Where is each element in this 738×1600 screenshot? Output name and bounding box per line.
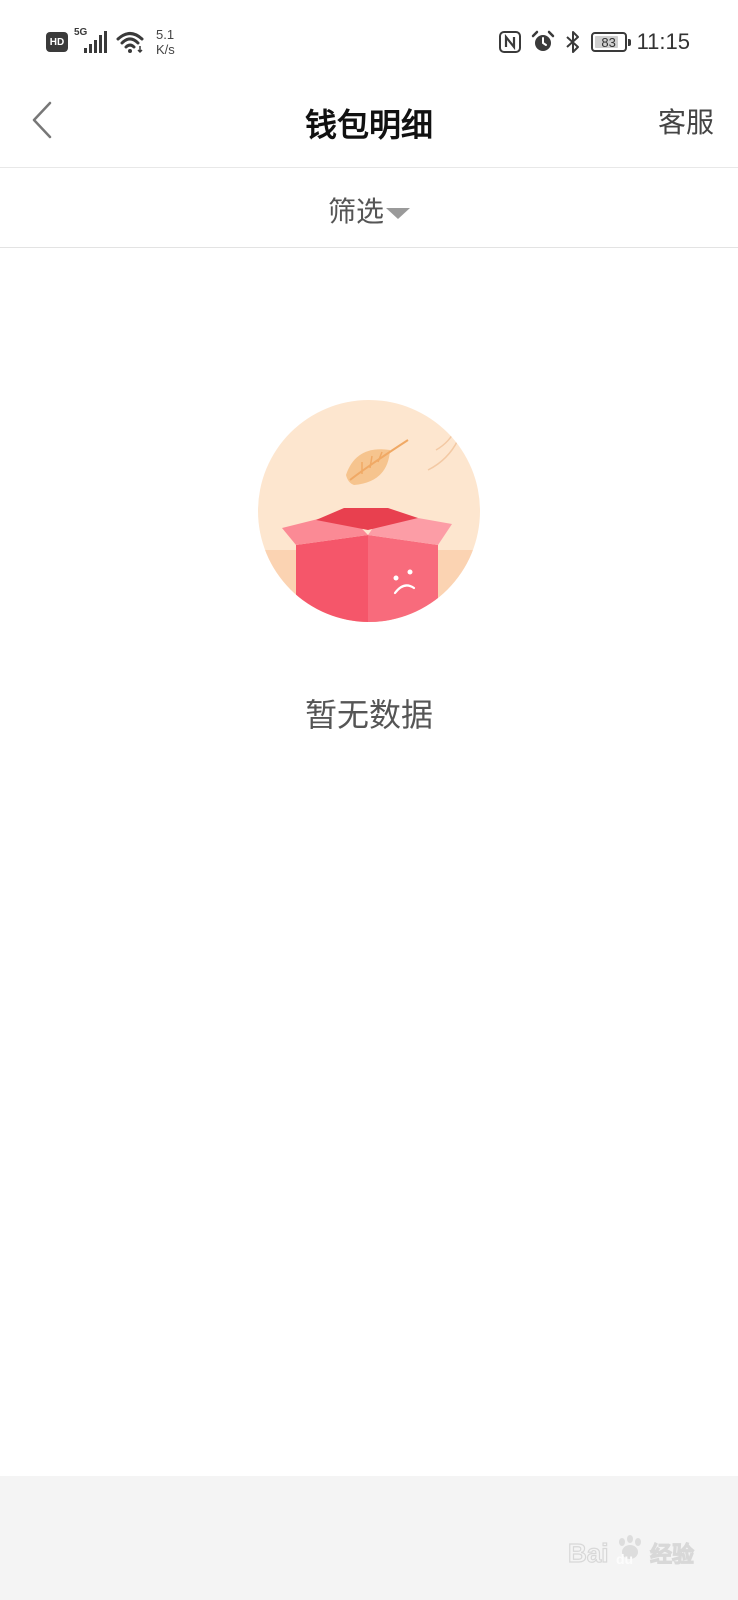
clock: 11:15	[636, 29, 690, 54]
status-left: HD 5G 5.1 K/s	[46, 22, 175, 62]
page-title: 钱包明细	[304, 106, 433, 144]
status-bar: HD 5G 5.1 K/s 83 11:15	[0, 0, 738, 82]
battery-icon: 83	[590, 32, 631, 52]
hd-badge: HD	[46, 32, 68, 52]
signal-indicator: 5G	[74, 27, 110, 55]
empty-state-text: 暂无数据	[304, 696, 433, 734]
network-type: 5G	[74, 27, 88, 38]
nav-bar: 钱包明细 客服	[0, 82, 738, 168]
baidu-jingyan-logo: Bai du 经验	[568, 1535, 695, 1568]
speed-value: 5.1	[156, 27, 175, 42]
page: HD 5G 5.1 K/s 83 11:15 钱包明细 客服 筛选 暂无数据 B…	[0, 0, 738, 1600]
battery-level: 83	[601, 34, 616, 50]
svg-text:经验: 经验	[650, 1542, 694, 1568]
filter-dropdown[interactable]: 筛选	[0, 190, 738, 230]
network-speed: 5.1 K/s	[156, 27, 175, 57]
nfc-icon	[498, 31, 521, 53]
bluetooth-icon	[565, 31, 579, 53]
empty-box-illustration	[258, 400, 480, 622]
watermark-logo: Bai du 经验	[568, 1534, 698, 1568]
status-right: 83 11:15	[498, 24, 690, 60]
svg-text:Bai: Bai	[568, 1538, 608, 1568]
filter-bar: 筛选	[0, 168, 738, 248]
alarm-icon	[531, 30, 554, 51]
bottom-area: Bai du 经验	[0, 1476, 738, 1600]
filter-label: 筛选	[327, 195, 384, 228]
triangle-down-icon	[386, 207, 410, 219]
svg-text:du: du	[616, 1551, 633, 1567]
customer-service-button[interactable]: 客服	[658, 101, 714, 141]
wifi-icon	[116, 32, 144, 54]
speed-unit: K/s	[156, 42, 175, 57]
